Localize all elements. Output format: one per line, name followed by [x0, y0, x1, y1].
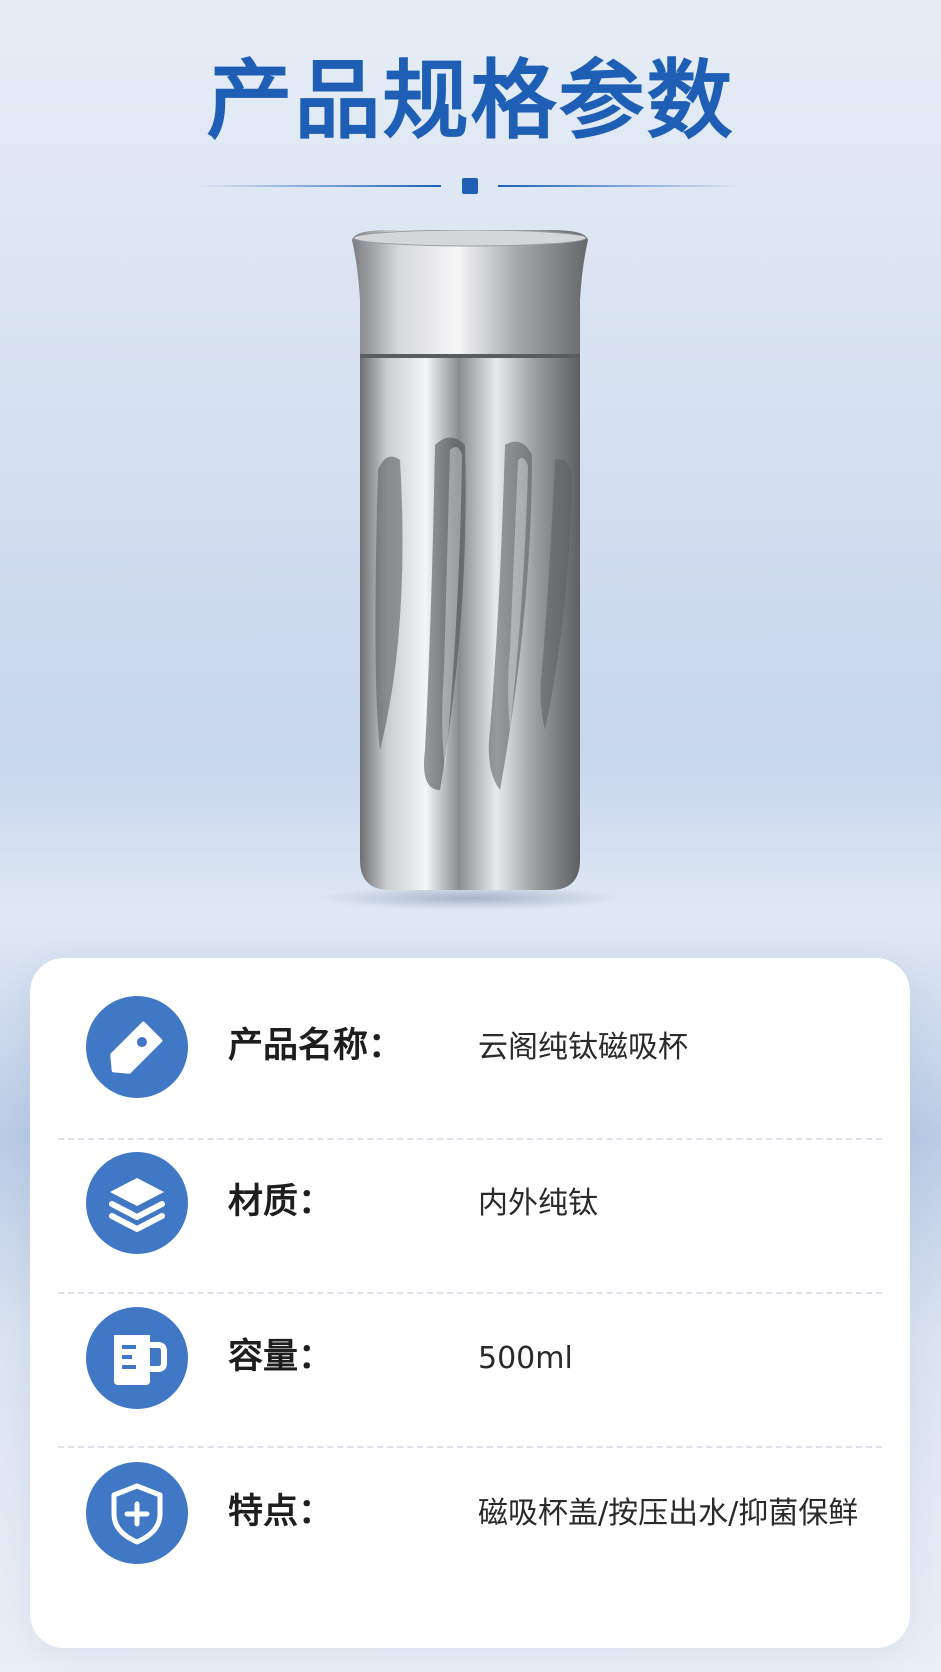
spec-label: 特点：: [228, 1492, 334, 1532]
spec-row-capacity: 容量： 500ml: [30, 1281, 910, 1436]
spec-label: 材质：: [228, 1182, 334, 1222]
measuring-cup-icon: [86, 1307, 188, 1409]
spec-value: 磁吸杯盖/按压出水/抑菌保鲜: [478, 1496, 859, 1531]
spec-label: 容量：: [228, 1337, 334, 1377]
spec-card: 产品名称： 云阁纯钛磁吸杯 材质： 内外纯钛 容量： 500ml 特点： 磁吸杯…: [30, 958, 910, 1648]
layers-icon: [86, 1152, 188, 1254]
divider-line-left: [196, 185, 441, 187]
price-tag-icon: [86, 996, 188, 1098]
bottle-lid-seam: [360, 354, 580, 358]
shield-plus-icon: [86, 1462, 188, 1564]
bottle-lid: [352, 230, 588, 355]
spec-value: 500ml: [478, 1341, 573, 1376]
spec-value: 云阁纯钛磁吸杯: [478, 1030, 688, 1065]
page-title: 产品规格参数: [206, 51, 735, 151]
divider-dot: [462, 178, 478, 194]
spec-row-product-name: 产品名称： 云阁纯钛磁吸杯: [30, 970, 910, 1125]
spec-row-features: 特点： 磁吸杯盖/按压出水/抑菌保鲜: [30, 1436, 910, 1591]
divider-line-right: [498, 185, 743, 187]
spec-row-material: 材质： 内外纯钛: [30, 1126, 910, 1281]
product-photo: [320, 230, 620, 910]
spec-value: 内外纯钛: [478, 1186, 598, 1221]
title-divider: [0, 178, 941, 194]
spec-label: 产品名称：: [228, 1026, 404, 1066]
